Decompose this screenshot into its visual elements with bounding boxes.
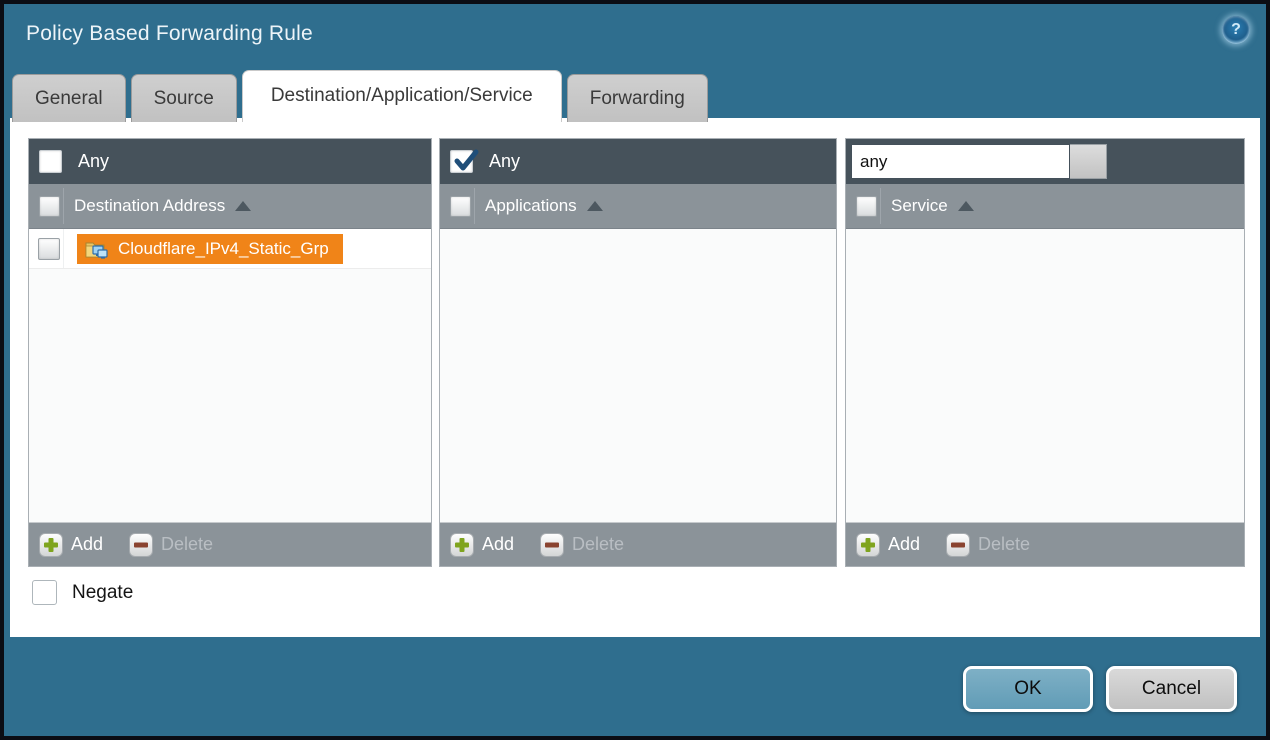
applications-column: Any Applications Add Delete: [439, 138, 837, 567]
destination-row[interactable]: Cloudflare_IPv4_Static_Grp: [29, 229, 431, 269]
service-mode-header: [846, 139, 1244, 184]
destination-select-all-checkbox[interactable]: [39, 196, 60, 217]
divider: [63, 188, 64, 224]
tab-source[interactable]: Source: [131, 74, 237, 122]
divider: [880, 188, 881, 224]
applications-any-header: Any: [440, 139, 836, 184]
add-label: Add: [482, 534, 514, 555]
destination-add-button[interactable]: Add: [39, 533, 103, 557]
delete-icon: [540, 533, 564, 557]
applications-select-all-checkbox[interactable]: [450, 196, 471, 217]
add-icon: [856, 533, 880, 557]
policy-based-forwarding-dialog: Policy Based Forwarding Rule ? General S…: [4, 4, 1266, 736]
cancel-button[interactable]: Cancel: [1106, 666, 1237, 712]
service-column: Service Add Delete: [845, 138, 1245, 567]
negate-checkbox[interactable]: [32, 580, 57, 605]
applications-list: [440, 229, 836, 522]
destination-delete-button[interactable]: Delete: [129, 533, 213, 557]
destination-column-header: Destination Address: [29, 184, 431, 229]
negate-option: Negate: [32, 580, 133, 605]
tab-bar: General Source Destination/Application/S…: [12, 70, 708, 122]
service-toolbar: Add Delete: [846, 522, 1244, 566]
applications-delete-button[interactable]: Delete: [540, 533, 624, 557]
delete-label: Delete: [572, 534, 624, 555]
help-icon[interactable]: ?: [1222, 16, 1250, 44]
delete-label: Delete: [161, 534, 213, 555]
destination-toolbar: Add Delete: [29, 522, 431, 566]
service-mode-value[interactable]: [851, 144, 1070, 179]
add-label: Add: [71, 534, 103, 555]
address-group-icon: [85, 239, 109, 259]
chevron-down-icon[interactable]: [1070, 144, 1107, 179]
applications-toolbar: Add Delete: [440, 522, 836, 566]
delete-icon: [946, 533, 970, 557]
dialog-title: Policy Based Forwarding Rule: [26, 22, 313, 46]
sort-ascending-icon[interactable]: [958, 201, 974, 211]
destination-row-checkbox[interactable]: [38, 238, 60, 260]
service-add-button[interactable]: Add: [856, 533, 920, 557]
applications-any-checkbox[interactable]: [450, 150, 473, 173]
check-icon: [452, 147, 480, 175]
tab-forwarding[interactable]: Forwarding: [567, 74, 708, 122]
destination-address-column: Any Destination Address: [28, 138, 432, 567]
service-mode-dropdown: [851, 144, 1107, 179]
tab-destination-application-service[interactable]: Destination/Application/Service: [242, 70, 562, 122]
sort-ascending-icon[interactable]: [235, 201, 251, 211]
applications-header-label[interactable]: Applications: [485, 196, 577, 216]
add-label: Add: [888, 534, 920, 555]
tab-general[interactable]: General: [12, 74, 126, 122]
divider: [474, 188, 475, 224]
divider: [63, 229, 64, 268]
applications-column-header: Applications: [440, 184, 836, 229]
applications-any-label: Any: [489, 151, 520, 172]
service-delete-button[interactable]: Delete: [946, 533, 1030, 557]
destination-any-header: Any: [29, 139, 431, 184]
add-icon: [39, 533, 63, 557]
service-column-header: Service: [846, 184, 1244, 229]
destination-row-label: Cloudflare_IPv4_Static_Grp: [118, 239, 329, 259]
service-header-label[interactable]: Service: [891, 196, 948, 216]
sort-ascending-icon[interactable]: [587, 201, 603, 211]
service-select-all-checkbox[interactable]: [856, 196, 877, 217]
delete-label: Delete: [978, 534, 1030, 555]
ok-button[interactable]: OK: [963, 666, 1093, 712]
destination-any-checkbox[interactable]: [39, 150, 62, 173]
applications-add-button[interactable]: Add: [450, 533, 514, 557]
negate-label: Negate: [72, 582, 133, 604]
destination-list: Cloudflare_IPv4_Static_Grp: [29, 229, 431, 522]
destination-header-label[interactable]: Destination Address: [74, 196, 225, 216]
delete-icon: [129, 533, 153, 557]
destination-row-chip[interactable]: Cloudflare_IPv4_Static_Grp: [77, 234, 343, 264]
service-list: [846, 229, 1244, 522]
add-icon: [450, 533, 474, 557]
tab-content-panel: Any Destination Address: [10, 118, 1260, 637]
destination-any-label: Any: [78, 151, 109, 172]
